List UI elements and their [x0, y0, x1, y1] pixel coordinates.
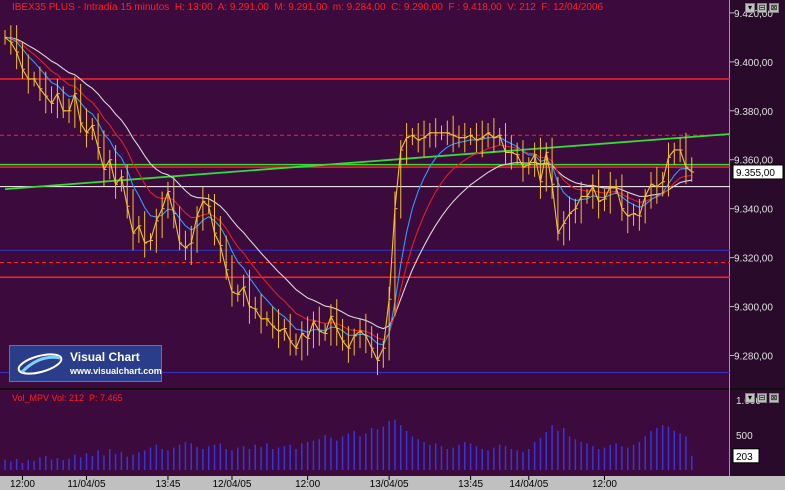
volume-minimize-button[interactable]: ⊟ — [757, 393, 767, 403]
swoosh-icon — [17, 353, 63, 375]
volume-close-button[interactable]: ⊠ — [769, 393, 779, 403]
visual-chart-logo: Visual Chart www.visualchart.com — [9, 345, 162, 382]
x-tick-label: 13:45 — [155, 479, 180, 490]
x-tick-label: 11/04/05 — [67, 479, 106, 490]
y-tick-label: 9.400,00 — [734, 58, 773, 69]
y-tick-label: 9.280,00 — [734, 352, 773, 363]
y-tick-label: 9.340,00 — [734, 205, 773, 216]
y-tick-label: 9.300,00 — [734, 303, 773, 314]
volume-menu-arrow-button[interactable]: ▾ — [745, 393, 755, 403]
price-chart[interactable]: 9.280,009.300,009.320,009.340,009.360,00… — [0, 0, 785, 490]
volume-header: Vol_MPV Vol: 212 P: 7.465 — [12, 393, 123, 403]
x-tick-label: 13/04/05 — [370, 479, 409, 490]
volume-tick-label: 500 — [736, 431, 753, 442]
x-tick-label: 14/04/05 — [509, 479, 548, 490]
x-tick-label: 12/04/05 — [213, 479, 252, 490]
logo-brand: Visual Chart — [70, 350, 140, 364]
x-tick-label: 12:00 — [295, 479, 320, 490]
minimize-button[interactable]: ⊟ — [757, 3, 767, 13]
y-tick-label: 9.320,00 — [734, 254, 773, 265]
y-tick-label: 9.380,00 — [734, 107, 773, 118]
close-button[interactable]: ⊠ — [769, 3, 779, 13]
x-tick-label: 13:45 — [458, 479, 483, 490]
logo-url: www.visualchart.com — [70, 366, 162, 376]
x-tick-label: 12:00 — [592, 479, 617, 490]
last-volume-label: 203 — [736, 452, 753, 463]
chart-window: 9.280,00 9.300,00 9.320,00 9.340,00 9.360,00… — [0, 0, 785, 490]
menu-arrow-button[interactable]: ▾ — [745, 3, 755, 13]
x-tick-label: 12:00 — [10, 479, 35, 490]
last-price-label: 9.355,00 — [736, 168, 775, 179]
chart-header: IBEX35 PLUS - Intradía 15 minutos H: 13:… — [12, 2, 604, 13]
